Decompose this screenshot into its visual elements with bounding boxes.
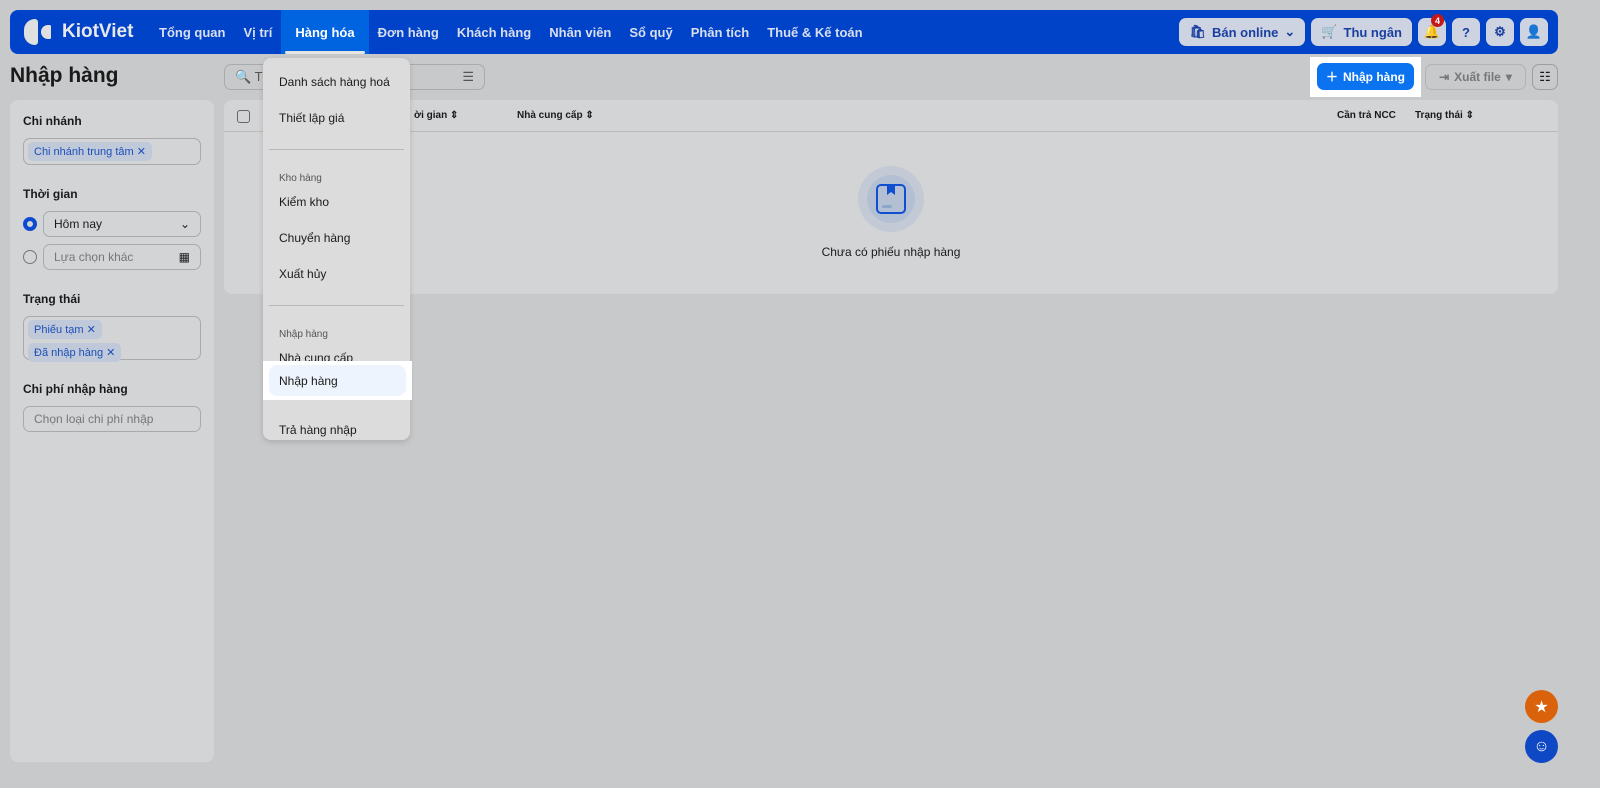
time-today-value: Hôm nay xyxy=(54,217,103,231)
shop-bag-icon: 🛍 xyxy=(1189,24,1206,39)
favorite-button[interactable]: ★ xyxy=(1525,690,1558,723)
thu-ngan-button[interactable]: 🛒 Thu ngân xyxy=(1311,18,1412,46)
help-button[interactable]: ? xyxy=(1452,18,1480,46)
gear-icon: ⚙ xyxy=(1494,24,1506,39)
user-icon: 👤 xyxy=(1525,24,1543,39)
status-select[interactable]: Phiếu tạm ✕ Đã nhập hàng ✕ xyxy=(23,316,201,362)
nav-so-quy[interactable]: Sổ quỹ xyxy=(620,10,681,54)
filter-sliders-icon[interactable]: ☰ xyxy=(462,69,474,85)
divider xyxy=(269,149,404,150)
export-label: Xuất file xyxy=(1454,70,1501,84)
notification-button[interactable]: 🔔 4 xyxy=(1418,14,1446,46)
menu-nhap-hang[interactable]: Nhập hàng xyxy=(269,365,406,396)
import-table: ời gian ⇕ Nhà cung cấp ⇕ Cần trả NCC Trạ… xyxy=(224,100,1558,294)
support-button[interactable]: ☺ xyxy=(1525,730,1558,763)
menu-group-nhap-hang: Nhập hàng xyxy=(279,329,328,340)
notification-badge: 4 xyxy=(1431,14,1444,27)
empty-box-icon xyxy=(858,166,924,232)
col-time[interactable]: ời gian ⇕ xyxy=(414,110,458,121)
chevron-down-icon: ⌄ xyxy=(179,217,190,231)
time-other-placeholder: Lựa chọn khác xyxy=(54,250,134,264)
spotlight-add-button: ＋ Nhập hàng xyxy=(1310,57,1421,97)
nav-hang-hoa[interactable]: Hàng hóa xyxy=(281,10,369,54)
menu-danh-sach-hang-hoa[interactable]: Danh sách hàng hoá xyxy=(263,64,410,100)
brand-name: KiotViet xyxy=(62,21,134,42)
menu-chuyen-hang[interactable]: Chuyển hàng xyxy=(263,220,410,256)
divider xyxy=(269,305,404,306)
status-tag[interactable]: Phiếu tạm ✕ xyxy=(28,320,102,339)
nav-don-hang[interactable]: Đơn hàng xyxy=(369,10,448,54)
cart-icon: 🛒 xyxy=(1321,24,1338,39)
menu-xuat-huy[interactable]: Xuất hủy xyxy=(263,256,410,292)
settings-button[interactable]: ⚙ xyxy=(1486,18,1514,46)
search-placeholder: T xyxy=(254,69,263,84)
search-icon: 🔍 T xyxy=(235,69,263,84)
ban-online-button[interactable]: 🛍 Bán online ⌄ xyxy=(1179,18,1306,46)
add-nhap-hang-button[interactable]: ＋ Nhập hàng xyxy=(1317,63,1414,90)
tag-label: Đã nhập hàng xyxy=(34,347,104,359)
filter-sidebar: Chi nhánh Chi nhánh trung tâm ✕ Thời gia… xyxy=(10,100,214,762)
col-status[interactable]: Trạng thái ⇕ xyxy=(1415,110,1474,121)
export-icon: ⇥ xyxy=(1439,70,1450,84)
col-label: ời gian xyxy=(414,110,448,121)
thu-ngan-label: Thu ngân xyxy=(1343,24,1403,40)
plus-icon: ＋ xyxy=(1325,70,1338,84)
radio-today[interactable] xyxy=(23,217,37,231)
cost-select[interactable]: Chọn loại chi phí nhập xyxy=(23,406,201,432)
table-header: ời gian ⇕ Nhà cung cấp ⇕ Cần trả NCC Trạ… xyxy=(224,100,1558,132)
columns-icon: ☷ xyxy=(1539,69,1551,84)
select-all-checkbox[interactable] xyxy=(237,110,250,123)
top-nav-bar: KiotViet Tổng quan Vị trí Hàng hóa Đơn h… xyxy=(10,10,1558,54)
caret-down-icon: ▾ xyxy=(1505,70,1512,84)
avatar[interactable]: 👤 xyxy=(1520,18,1548,46)
cost-placeholder: Chọn loại chi phí nhập xyxy=(34,412,154,426)
nav-thue-ke-toan[interactable]: Thuế & Kế toán xyxy=(758,10,871,54)
ban-online-label: Bán online xyxy=(1211,24,1279,40)
menu-thiet-lap-gia[interactable]: Thiết lập giá xyxy=(263,100,410,136)
menu-group-kho-hang: Kho hàng xyxy=(279,173,322,184)
support-agent-icon: ☺ xyxy=(1533,737,1550,755)
branch-select[interactable]: Chi nhánh trung tâm ✕ xyxy=(23,138,201,165)
page-title: Nhập hàng xyxy=(10,64,119,87)
radio-other[interactable] xyxy=(23,250,37,264)
column-settings-button[interactable]: ☷ xyxy=(1532,64,1558,90)
branch-tag[interactable]: Chi nhánh trung tâm ✕ xyxy=(28,142,152,161)
tag-label: Phiếu tạm xyxy=(34,324,84,336)
col-supplier[interactable]: Nhà cung cấp ⇕ xyxy=(517,110,594,121)
logo-icon xyxy=(24,19,54,45)
export-file-button[interactable]: ⇥ Xuất file ▾ xyxy=(1425,64,1526,90)
nav-vi-tri[interactable]: Vị trí xyxy=(234,10,281,54)
nav-nhan-vien[interactable]: Nhân viên xyxy=(540,10,620,54)
chevron-down-icon: ⌄ xyxy=(1284,24,1296,39)
menu-kiem-kho[interactable]: Kiểm kho xyxy=(263,184,410,220)
branch-label: Chi nhánh xyxy=(23,114,82,128)
time-label: Thời gian xyxy=(23,187,78,201)
tag-label: Chi nhánh trung tâm xyxy=(34,146,134,158)
status-label: Trạng thái xyxy=(23,292,81,306)
star-icon: ★ xyxy=(1534,698,1549,716)
nav-khach-hang[interactable]: Khách hàng xyxy=(448,10,540,54)
cost-label: Chi phí nhập hàng xyxy=(23,382,128,396)
help-icon: ? xyxy=(1462,24,1470,40)
nav-phan-tich[interactable]: Phân tích xyxy=(682,10,759,54)
time-today-select[interactable]: Hôm nay ⌄ xyxy=(43,211,201,237)
menu-tra-hang-nhap[interactable]: Trả hàng nhập xyxy=(263,412,410,448)
kiotviet-logo[interactable]: KiotViet xyxy=(24,19,150,45)
col-label: Trạng thái xyxy=(1415,110,1463,121)
col-payable: Cần trả NCC xyxy=(1337,110,1396,121)
spotlight-menu-item: Nhập hàng xyxy=(263,361,412,400)
col-label: Nhà cung cấp xyxy=(517,110,583,121)
time-other-input[interactable]: Lựa chọn khác ▦ xyxy=(43,244,201,270)
calendar-icon: ▦ xyxy=(178,250,190,264)
nav-tong-quan[interactable]: Tổng quan xyxy=(150,10,234,54)
add-button-label: Nhập hàng xyxy=(1343,69,1405,84)
status-tag[interactable]: Đã nhập hàng ✕ xyxy=(28,343,122,362)
empty-message: Chưa có phiếu nhập hàng xyxy=(821,245,961,259)
